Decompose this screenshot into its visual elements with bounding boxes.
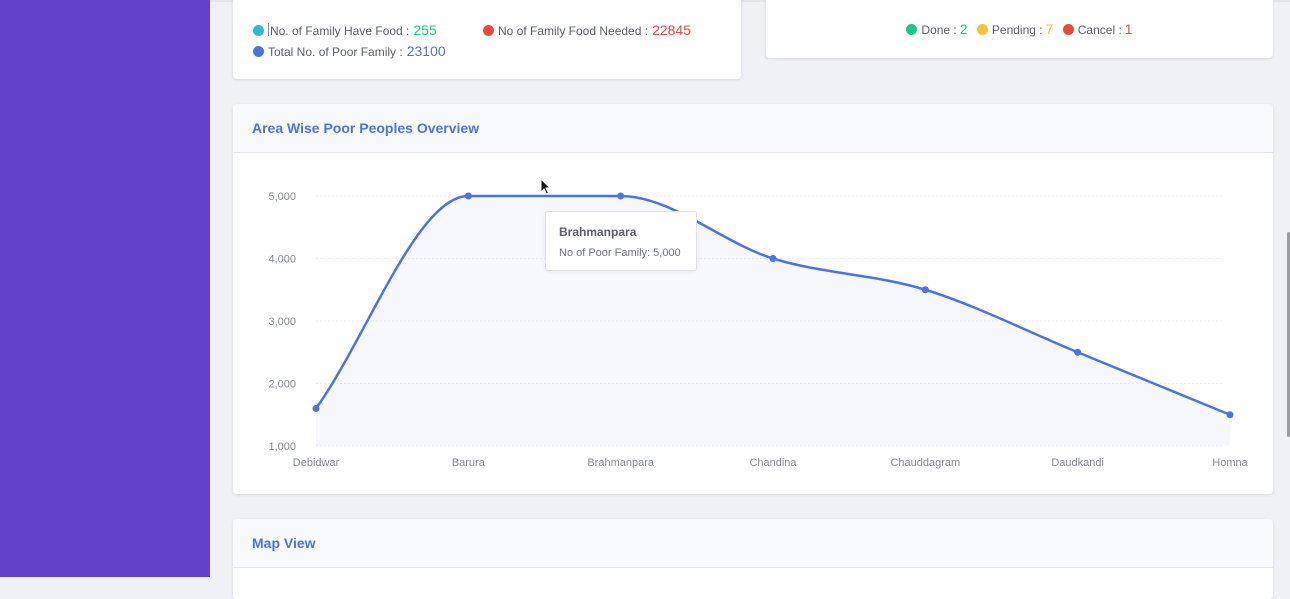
status-value: 7: [1045, 21, 1054, 37]
x-tick-label: Debidwar: [293, 457, 340, 469]
x-tick-label: Homna: [1212, 457, 1248, 469]
x-tick-label: Barura: [452, 457, 486, 469]
stat-label: No. of Family Have Food :: [270, 24, 410, 38]
map-view-card: Map View: [233, 519, 1273, 599]
stat-total-poor-family: Total No. of Poor Family : 23100: [253, 43, 446, 59]
data-point: [769, 255, 777, 262]
status-value: 2: [959, 21, 968, 37]
status-label: Cancel :: [1077, 23, 1122, 37]
chart-tooltip: Brahmanpara No of Poor Family: 5,000: [545, 211, 697, 271]
legend-dot-icon: [976, 24, 988, 35]
y-tick-label: 2,000: [268, 379, 296, 391]
card-title: Area Wise Poor Peoples Overview: [252, 120, 480, 136]
tooltip-body: No of Poor Family: 5,000: [559, 247, 681, 259]
status-done: Done : 2: [906, 21, 968, 37]
legend-dot-icon: [906, 24, 918, 35]
status-cancel: Cancel : 1: [1062, 21, 1133, 37]
status-pending: Pending : 7: [976, 21, 1054, 37]
x-tick-label: Chandina: [749, 457, 797, 469]
stat-value: 23100: [406, 43, 446, 59]
mouse-pointer-icon: [540, 178, 552, 195]
legend-dot-icon: [1062, 24, 1074, 35]
data-point: [921, 286, 929, 294]
legend-dot-icon: [253, 46, 264, 57]
stat-value: 255: [413, 22, 437, 38]
x-tick-label: Chauddagram: [890, 457, 960, 469]
x-tick-label: Brahmanpara: [587, 457, 655, 469]
status-label: Done :: [921, 23, 957, 37]
y-tick-label: 4,000: [268, 254, 296, 266]
legend-dot-icon: [483, 25, 494, 36]
stat-family-food-needed: No of Family Food Needed : 22845: [483, 22, 691, 38]
status-legend: Done : 2 Pending : 7 Cancel : 1: [766, 21, 1273, 37]
stat-label: No of Family Food Needed :: [498, 24, 649, 38]
y-tick-label: 3,000: [268, 316, 296, 328]
food-stats-card: No. of Family Have Food : 255 No of Fami…: [233, 0, 741, 79]
legend-dot-icon: [253, 25, 264, 36]
data-point: [312, 405, 320, 412]
area-overview-card: Area Wise Poor Peoples Overview 1,000 2,0…: [233, 104, 1273, 494]
x-tick-label: Daudkandi: [1051, 457, 1104, 469]
card-header: Map View: [233, 519, 1273, 568]
area-chart[interactable]: 1,000 2,000 3,000 4,000 5,000 Debidwar Barura B…: [233, 153, 1273, 493]
status-label: Pending :: [991, 23, 1043, 37]
data-point: [617, 192, 625, 200]
sidebar: [0, 0, 210, 577]
card-header: Area Wise Poor Peoples Overview: [233, 104, 1273, 153]
stat-label: Total No. of Poor Family :: [268, 45, 403, 59]
data-point: [1226, 411, 1234, 419]
data-point: [1074, 348, 1082, 356]
data-point: [464, 192, 472, 200]
stat-family-have-food: No. of Family Have Food : 255: [253, 22, 437, 38]
status-card: Done : 2 Pending : 7 Cancel : 1: [766, 0, 1273, 58]
card-title: Map View: [252, 535, 316, 551]
y-tick-label: 1,000: [268, 441, 296, 453]
stat-value: 22845: [652, 22, 692, 38]
y-tick-label: 5,000: [268, 191, 296, 203]
status-value: 1: [1124, 21, 1133, 37]
text-cursor: [268, 23, 269, 36]
tooltip-title: Brahmanpara: [559, 225, 637, 239]
